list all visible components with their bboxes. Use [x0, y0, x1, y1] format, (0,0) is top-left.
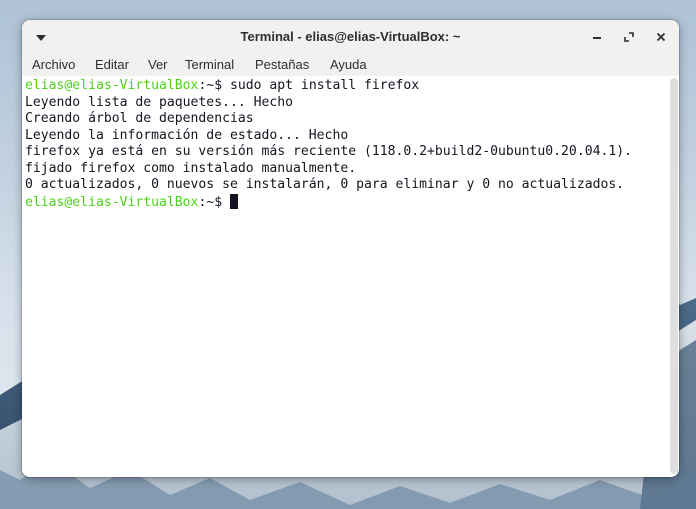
- output-line: Leyendo la información de estado... Hech…: [25, 127, 349, 143]
- text-cursor: [229, 193, 238, 209]
- menu-bar: Archivo Editar Ver Terminal Pestañas Ayu…: [22, 54, 679, 76]
- output-line: Leyendo lista de paquetes... Hecho: [25, 94, 294, 110]
- title-bar[interactable]: Terminal - elias@elias-VirtualBox: ~: [22, 20, 679, 54]
- output-line: Creando árbol de dependencias: [25, 111, 254, 126]
- prompt-user: elias@elias-VirtualBox: [25, 194, 199, 210]
- close-icon: [656, 32, 666, 42]
- maximize-button[interactable]: [618, 27, 640, 47]
- terminal-output[interactable]: elias@elias-VirtualBox:~$ sudo apt insta…: [22, 76, 665, 477]
- window-title: Terminal - elias@elias-VirtualBox: ~: [240, 29, 461, 44]
- command-text: sudo apt install firefox: [229, 78, 420, 93]
- prompt-user: elias@elias-VirtualBox: [25, 78, 199, 93]
- vertical-scrollbar[interactable]: [670, 78, 678, 474]
- menu-ver[interactable]: Ver: [148, 57, 168, 72]
- minimize-icon: [593, 37, 601, 39]
- menu-pestanas[interactable]: Pestañas: [255, 57, 309, 72]
- minimize-button[interactable]: [586, 27, 608, 47]
- output-line: fijado firefox como instalado manualment…: [25, 160, 357, 176]
- terminal-window: Terminal - elias@elias-VirtualBox: ~ Arc…: [22, 20, 679, 477]
- output-line: firefox ya está en su versión más recien…: [25, 144, 632, 159]
- command-line: elias@elias-VirtualBox:~$ sudo apt insta…: [25, 78, 665, 95]
- prompt-path: :~$: [198, 194, 230, 210]
- menu-ayuda[interactable]: Ayuda: [330, 57, 367, 72]
- output-line: 0 actualizados, 0 nuevos se instalarán, …: [25, 177, 625, 192]
- close-button[interactable]: [650, 27, 672, 47]
- prompt-path: :~$: [198, 78, 230, 93]
- current-prompt-line[interactable]: elias@elias-VirtualBox:~$: [25, 193, 665, 211]
- maximize-icon: [624, 32, 634, 42]
- menu-editar[interactable]: Editar: [95, 57, 129, 72]
- menu-archivo[interactable]: Archivo: [32, 57, 75, 72]
- menu-terminal[interactable]: Terminal: [185, 57, 234, 72]
